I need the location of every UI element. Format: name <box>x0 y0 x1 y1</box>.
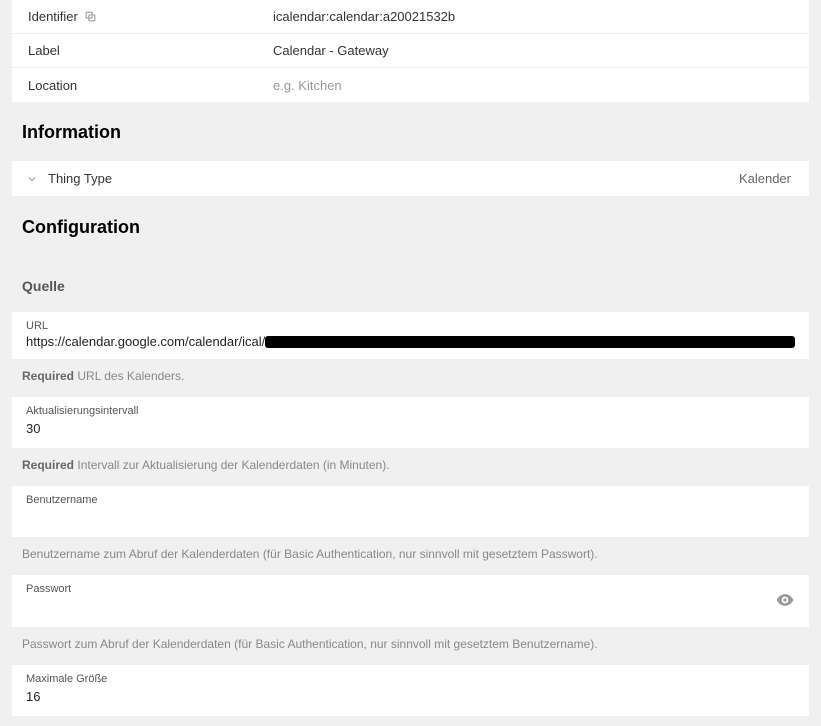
identifier-label: Identifier <box>28 9 78 24</box>
url-label: URL <box>26 320 795 332</box>
label-value: Calendar - Gateway <box>273 43 793 58</box>
interval-input[interactable] <box>26 419 795 438</box>
information-title: Information <box>12 102 809 161</box>
maxsize-input[interactable] <box>26 687 795 706</box>
password-label: Passwort <box>26 583 767 595</box>
quelle-group-title: Quelle <box>12 256 809 302</box>
eye-icon[interactable] <box>775 590 795 610</box>
password-hint: Passwort zum Abruf der Kalenderdaten (fü… <box>12 627 809 655</box>
username-hint: Benutzername zum Abruf der Kalenderdaten… <box>12 537 809 565</box>
location-label: Location <box>28 78 77 93</box>
identifier-value: icalendar:calendar:a20021532b <box>273 9 793 24</box>
thing-type-value: Kalender <box>739 171 791 186</box>
url-field[interactable]: URL https://calendar.google.com/calendar… <box>12 312 809 359</box>
redacted-block <box>265 336 795 348</box>
chevron-down-icon <box>26 173 38 185</box>
location-row[interactable]: Location e.g. Kitchen <box>12 68 809 102</box>
configuration-title: Configuration <box>12 197 809 256</box>
maxsize-label: Maximale Größe <box>26 673 795 685</box>
url-hint: Required URL des Kalenders. <box>12 359 809 387</box>
interval-field[interactable]: Aktualisierungsintervall <box>12 397 809 448</box>
username-label: Benutzername <box>26 494 795 506</box>
label-label: Label <box>28 43 60 58</box>
interval-hint: Required Intervall zur Aktualisierung de… <box>12 448 809 476</box>
copy-icon[interactable] <box>84 10 97 23</box>
thing-type-label: Thing Type <box>48 171 112 186</box>
thing-type-row[interactable]: Thing Type Kalender <box>12 161 809 197</box>
location-placeholder: e.g. Kitchen <box>273 78 793 93</box>
label-row[interactable]: Label Calendar - Gateway <box>12 34 809 68</box>
interval-label: Aktualisierungsintervall <box>26 405 795 417</box>
identifier-row: Identifier icalendar:calendar:a20021532b <box>12 0 809 34</box>
username-field[interactable]: Benutzername <box>12 486 809 537</box>
url-input[interactable]: https://calendar.google.com/calendar/ica… <box>26 334 795 349</box>
username-input[interactable] <box>26 508 795 527</box>
password-field[interactable]: Passwort <box>12 575 809 627</box>
maxsize-field[interactable]: Maximale Größe <box>12 665 809 716</box>
